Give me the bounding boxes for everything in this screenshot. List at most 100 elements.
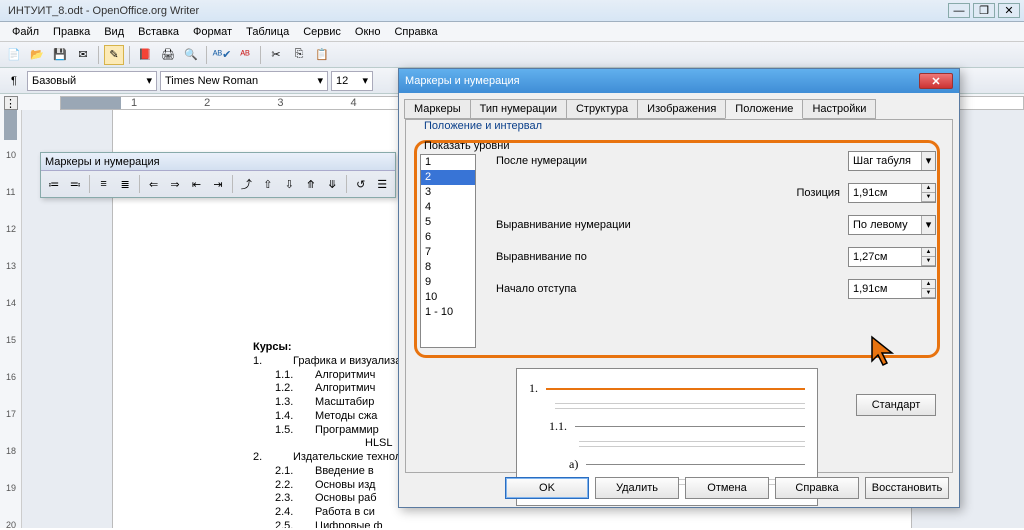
- spin-up-icon[interactable]: ▲: [922, 280, 935, 289]
- level-item[interactable]: 1 - 10: [421, 305, 475, 320]
- cut-icon[interactable]: ✂: [266, 45, 286, 65]
- styles-icon[interactable]: ¶: [4, 71, 24, 91]
- indent-icon[interactable]: ≣: [115, 174, 134, 194]
- move-sub-down-icon[interactable]: ⤋: [323, 174, 342, 194]
- position-spinner[interactable]: ▲▼: [848, 183, 936, 203]
- vruler-tick: 15: [6, 335, 16, 345]
- levels-listbox[interactable]: 123456789101 - 10: [420, 154, 476, 348]
- tab-0[interactable]: Маркеры: [404, 99, 471, 119]
- menu-insert[interactable]: Вставка: [132, 24, 185, 40]
- menu-file[interactable]: Файл: [6, 24, 45, 40]
- paste-icon[interactable]: 📋: [312, 45, 332, 65]
- window-title: ИНТУИТ_8.odt - OpenOffice.org Writer: [4, 5, 948, 17]
- minimize-button[interactable]: —: [948, 3, 970, 18]
- indent-start-spinner[interactable]: ▲▼: [848, 279, 936, 299]
- spin-up-icon[interactable]: ▲: [922, 248, 935, 257]
- arrow-left-icon[interactable]: ⇐: [144, 174, 163, 194]
- cancel-button[interactable]: Отмена: [685, 477, 769, 499]
- level-item[interactable]: 10: [421, 290, 475, 305]
- after-numbering-combo[interactable]: ▾: [848, 151, 936, 171]
- tab-1[interactable]: Тип нумерации: [470, 99, 567, 119]
- autospell-icon[interactable]: ᴬᴮ: [235, 45, 255, 65]
- pdf-icon[interactable]: 📕: [135, 45, 155, 65]
- ok-button[interactable]: OK: [505, 477, 589, 499]
- tab-2[interactable]: Структура: [566, 99, 638, 119]
- spin-down-icon[interactable]: ▼: [922, 257, 935, 266]
- promote-sub-icon[interactable]: ⇤: [187, 174, 206, 194]
- after-numbering-value[interactable]: [849, 155, 921, 167]
- insert-unnum-icon[interactable]: ⤴: [237, 174, 256, 194]
- dialog-titlebar[interactable]: Маркеры и нумерация ✕: [399, 69, 959, 93]
- bullets-icon[interactable]: ≔: [44, 174, 63, 194]
- menu-window[interactable]: Окно: [349, 24, 387, 40]
- save-icon[interactable]: 💾: [50, 45, 70, 65]
- position-value[interactable]: [849, 187, 921, 199]
- standard-button[interactable]: Стандарт: [856, 394, 936, 416]
- spellcheck-icon[interactable]: ᴬᴮ✔: [212, 45, 232, 65]
- doc-line[interactable]: 2.4.Работа в си: [275, 506, 881, 520]
- vruler-tick: 19: [6, 483, 16, 493]
- copy-icon[interactable]: ⎘: [289, 45, 309, 65]
- spin-down-icon[interactable]: ▼: [922, 289, 935, 298]
- open-icon[interactable]: 📂: [27, 45, 47, 65]
- restore-button[interactable]: ❐: [973, 3, 995, 18]
- align-to-value[interactable]: [849, 251, 921, 263]
- help-button[interactable]: Справка: [775, 477, 859, 499]
- dialog-close-icon[interactable]: ✕: [919, 73, 953, 89]
- level-item[interactable]: 6: [421, 230, 475, 245]
- bullets-dialog-icon[interactable]: ☰: [372, 174, 391, 194]
- level-item[interactable]: 4: [421, 200, 475, 215]
- level-item[interactable]: 2: [421, 170, 475, 185]
- spin-down-icon[interactable]: ▼: [922, 193, 935, 202]
- level-item[interactable]: 7: [421, 245, 475, 260]
- tab-3[interactable]: Изображения: [637, 99, 726, 119]
- new-doc-icon[interactable]: 📄: [4, 45, 24, 65]
- delete-button[interactable]: Удалить: [595, 477, 679, 499]
- chevron-down-icon[interactable]: ▾: [921, 152, 935, 170]
- float-toolbar-title[interactable]: Маркеры и нумерация: [41, 153, 395, 171]
- reset-button[interactable]: Восстановить: [865, 477, 949, 499]
- menu-format[interactable]: Формат: [187, 24, 238, 40]
- doc-line[interactable]: 2.5.Цифровые ф: [275, 520, 881, 528]
- close-button[interactable]: ✕: [998, 3, 1020, 18]
- level-item[interactable]: 9: [421, 275, 475, 290]
- preview-num2: 1.1.: [549, 419, 567, 434]
- menu-edit[interactable]: Правка: [47, 24, 96, 40]
- standard-toolbar: 📄 📂 💾 ✉ ✎ 📕 🖨 🔍 ᴬᴮ✔ ᴬᴮ ✂ ⎘ 📋: [0, 42, 1024, 68]
- menu-help[interactable]: Справка: [388, 24, 443, 40]
- print-icon[interactable]: 🖨: [158, 45, 178, 65]
- arrow-right-icon[interactable]: ⇒: [165, 174, 184, 194]
- ruler-menu-icon[interactable]: ⋮: [4, 96, 18, 110]
- demote-sub-icon[interactable]: ⇥: [208, 174, 227, 194]
- outdent-icon[interactable]: ≡: [94, 174, 113, 194]
- font-combo[interactable]: Times New Roman▾: [160, 71, 328, 91]
- bullets-numbering-toolbar[interactable]: Маркеры и нумерация ≔ ≕ ≡ ≣ ⇐ ⇒ ⇤ ⇥ ⤴ ⇧ …: [40, 152, 396, 198]
- indent-start-value[interactable]: [849, 283, 921, 295]
- fontsize-combo[interactable]: 12▾: [331, 71, 373, 91]
- level-item[interactable]: 3: [421, 185, 475, 200]
- num-align-combo[interactable]: ▾: [848, 215, 936, 235]
- tab-4[interactable]: Положение: [725, 99, 803, 119]
- move-up-icon[interactable]: ⇧: [258, 174, 277, 194]
- num-align-value[interactable]: [849, 219, 921, 231]
- chevron-down-icon[interactable]: ▾: [921, 216, 935, 234]
- level-item[interactable]: 8: [421, 260, 475, 275]
- vruler-tick: 20: [6, 520, 16, 530]
- tab-5[interactable]: Настройки: [802, 99, 876, 119]
- move-down-icon[interactable]: ⇩: [280, 174, 299, 194]
- menu-table[interactable]: Таблица: [240, 24, 295, 40]
- move-sub-up-icon[interactable]: ⤊: [301, 174, 320, 194]
- numbering-icon[interactable]: ≕: [65, 174, 84, 194]
- style-combo[interactable]: Базовый▾: [27, 71, 157, 91]
- level-item[interactable]: 1: [421, 155, 475, 170]
- preview-icon[interactable]: 🔍: [181, 45, 201, 65]
- restart-num-icon[interactable]: ↺: [351, 174, 370, 194]
- spin-up-icon[interactable]: ▲: [922, 184, 935, 193]
- menu-tools[interactable]: Сервис: [297, 24, 347, 40]
- level-item[interactable]: 5: [421, 215, 475, 230]
- align-to-spinner[interactable]: ▲▼: [848, 247, 936, 267]
- menu-view[interactable]: Вид: [98, 24, 130, 40]
- edit-icon[interactable]: ✎: [104, 45, 124, 65]
- vruler-tick: 11: [6, 187, 15, 197]
- mail-icon[interactable]: ✉: [73, 45, 93, 65]
